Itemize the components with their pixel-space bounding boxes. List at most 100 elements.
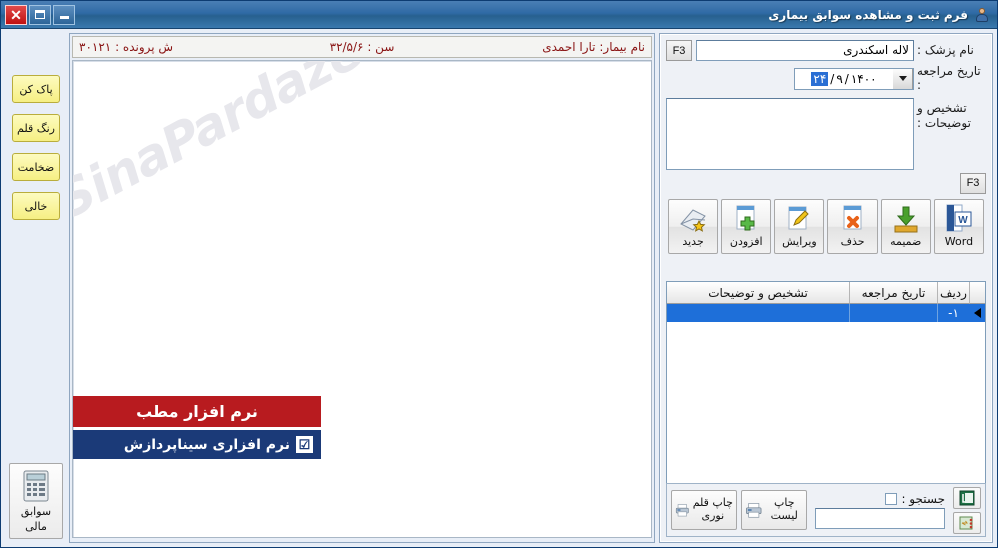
title-bar: فرم ثبت و مشاهده سوابق بیماری ✕: [1, 1, 997, 29]
date-year[interactable]: ۱۴۰۰: [851, 72, 877, 86]
word-button-label: Word: [944, 234, 974, 248]
brand-blue-text: نرم افزاری سیناپردازش: [123, 436, 290, 453]
user-icon: [974, 7, 990, 23]
print-pen-label: چاپ قلم نوری: [692, 496, 733, 522]
word-document-icon: W: [945, 203, 973, 235]
doctor-input[interactable]: لاله اسکندری: [696, 40, 914, 61]
grid-header-indicator: [969, 282, 985, 304]
window-title: فرم ثبت و مشاهده سوابق بیماری: [768, 7, 968, 22]
doctor-row: نام پزشک : لاله اسکندری F3: [666, 40, 986, 61]
patient-name: نام بیمار: تارا احمدی: [542, 40, 645, 54]
date-day[interactable]: ۲۴: [811, 71, 829, 86]
excel-detail-export-button[interactable]: [953, 511, 981, 534]
add-button-label: افزودن: [729, 234, 763, 248]
cell-description: [667, 304, 849, 322]
date-value[interactable]: ۲۴ / ۹ / ۱۴۰۰: [795, 69, 893, 89]
date-sep-1: /: [830, 71, 835, 86]
delete-button-label: حذف: [840, 234, 865, 248]
brand-banner-blue: ☑ نرم افزاری سیناپردازش: [73, 430, 321, 459]
attach-button-label: ضمیمه: [890, 234, 922, 248]
cell-date: [849, 304, 937, 322]
watermark-text: SinaPardazeshSoft: [72, 60, 526, 231]
new-book-icon: [679, 203, 707, 235]
diagnosis-row: تشخیص و توضیحات :: [666, 97, 986, 170]
patient-info-bar: نام بیمار: تارا احمدی سن : ۳۲/۵/۶ ش پرون…: [72, 36, 652, 58]
search-area: جستجو :: [811, 492, 949, 529]
grid-header-description[interactable]: تشخیص و توضیحات: [667, 282, 849, 304]
doctor-label: نام پزشک :: [917, 42, 974, 57]
sina-logo-icon: ☑: [296, 436, 313, 453]
visit-date-row: تاریخ مراجعه : ۲۴ / ۹ / ۱۴۰۰: [666, 64, 986, 93]
excel-detail-export-icon: [959, 516, 972, 529]
table-row[interactable]: ۱-: [667, 304, 985, 322]
pen-color-button[interactable]: رنگ قلم: [12, 114, 60, 142]
drawing-panel: نام بیمار: تارا احمدی سن : ۳۲/۵/۶ ش پرون…: [69, 33, 655, 543]
patient-age-value: ۳۲/۵/۶: [329, 40, 364, 54]
delete-document-icon: [839, 203, 867, 235]
patient-file-label: ش پرونده :: [115, 40, 174, 54]
financial-records-label-2: مالی: [25, 520, 47, 533]
financial-records-label-1: سوابق: [20, 504, 52, 518]
attach-button[interactable]: ضمیمه: [880, 198, 931, 254]
close-button[interactable]: ✕: [5, 4, 27, 25]
svg-text:W: W: [958, 215, 968, 226]
word-button[interactable]: W Word: [933, 198, 984, 254]
window-controls: ✕: [3, 4, 75, 25]
search-input[interactable]: [815, 507, 945, 529]
clear-canvas-button[interactable]: خالی: [12, 192, 60, 220]
grid-header-date[interactable]: تاریخ مراجعه: [849, 282, 937, 304]
visit-date-field[interactable]: ۲۴ / ۹ / ۱۴۰۰: [794, 67, 914, 90]
records-bottom-bar: جستجو : چاپ لیست چاپ قلم نوری: [666, 483, 986, 537]
maximize-button[interactable]: [29, 4, 51, 25]
print-list-label: چاپ لیست: [770, 496, 798, 522]
grid-header-row: ردیف تاریخ مراجعه تشخیص و توضیحات: [667, 282, 985, 304]
add-button[interactable]: افزودن: [721, 198, 772, 254]
visit-date-label: تاریخ مراجعه :: [917, 64, 981, 92]
printer-pen-icon: [675, 504, 689, 517]
date-sep-2: /: [844, 71, 849, 86]
date-month[interactable]: ۹: [836, 72, 842, 86]
records-grid: ردیف تاریخ مراجعه تشخیص و توضیحات ۱-: [666, 281, 986, 503]
patient-age-label: سن :: [367, 40, 395, 54]
print-list-button[interactable]: چاپ لیست: [741, 490, 807, 530]
patient-name-label: نام بیمار:: [599, 40, 645, 54]
pen-thickness-button[interactable]: ضخامت: [12, 153, 60, 181]
chevron-down-icon: [898, 76, 907, 82]
new-button-label: جدید: [682, 234, 704, 248]
client-area: نام پزشک : لاله اسکندری F3 تاریخ مراجعه …: [1, 29, 997, 547]
minimize-button[interactable]: [53, 4, 75, 25]
drawing-canvas[interactable]: SinaPardazeshSoft نرم افزار مطب ☑ نرم اف…: [72, 60, 652, 538]
minimize-icon: [59, 16, 69, 19]
edit-button[interactable]: ویرایش: [774, 198, 825, 254]
attach-download-icon: [892, 203, 920, 235]
application-window: فرم ثبت و مشاهده سوابق بیماری ✕ نام پزشک…: [0, 0, 998, 548]
diagnosis-label: تشخیص و توضیحات :: [917, 100, 971, 130]
eraser-button[interactable]: پاک کن: [12, 75, 60, 103]
delete-button[interactable]: حذف: [827, 198, 878, 254]
grid-body: ۱-: [667, 304, 985, 502]
add-document-icon: [732, 203, 760, 235]
record-toolbar: W Word ضمیمه حذف ویرایش افزودن جدید: [667, 198, 984, 254]
current-row-arrow-icon: [973, 308, 981, 318]
brand-red-text: نرم افزار مطب: [136, 402, 258, 421]
financial-records-button[interactable]: سوابق مالی: [9, 463, 63, 539]
diagnosis-f3-row: F3: [662, 172, 986, 194]
excel-export-button[interactable]: [953, 486, 981, 509]
brand-banner-red: نرم افزار مطب: [73, 396, 321, 427]
excel-export-icon: [959, 490, 974, 505]
new-button[interactable]: جدید: [667, 198, 719, 254]
search-top-row: جستجو :: [815, 492, 945, 506]
search-checkbox[interactable]: [885, 492, 898, 505]
diagnosis-textarea[interactable]: [666, 97, 914, 170]
date-dropdown-button[interactable]: [893, 68, 913, 89]
row-indicator: [969, 304, 985, 322]
patient-file-number: ش پرونده : ۳۰۱۲۱: [79, 40, 173, 54]
grid-header-rowno[interactable]: ردیف: [937, 282, 969, 304]
print-pen-button[interactable]: چاپ قلم نوری: [671, 490, 737, 530]
doctor-f3-button[interactable]: F3: [666, 40, 692, 61]
patient-name-value: تارا احمدی: [542, 40, 596, 54]
printer-icon: [746, 503, 762, 518]
export-buttons: [953, 486, 981, 534]
drawing-tools-column: پاک کن رنگ قلم ضخامت خالی سوابق مالی: [5, 33, 67, 543]
diagnosis-f3-button[interactable]: F3: [960, 172, 986, 194]
